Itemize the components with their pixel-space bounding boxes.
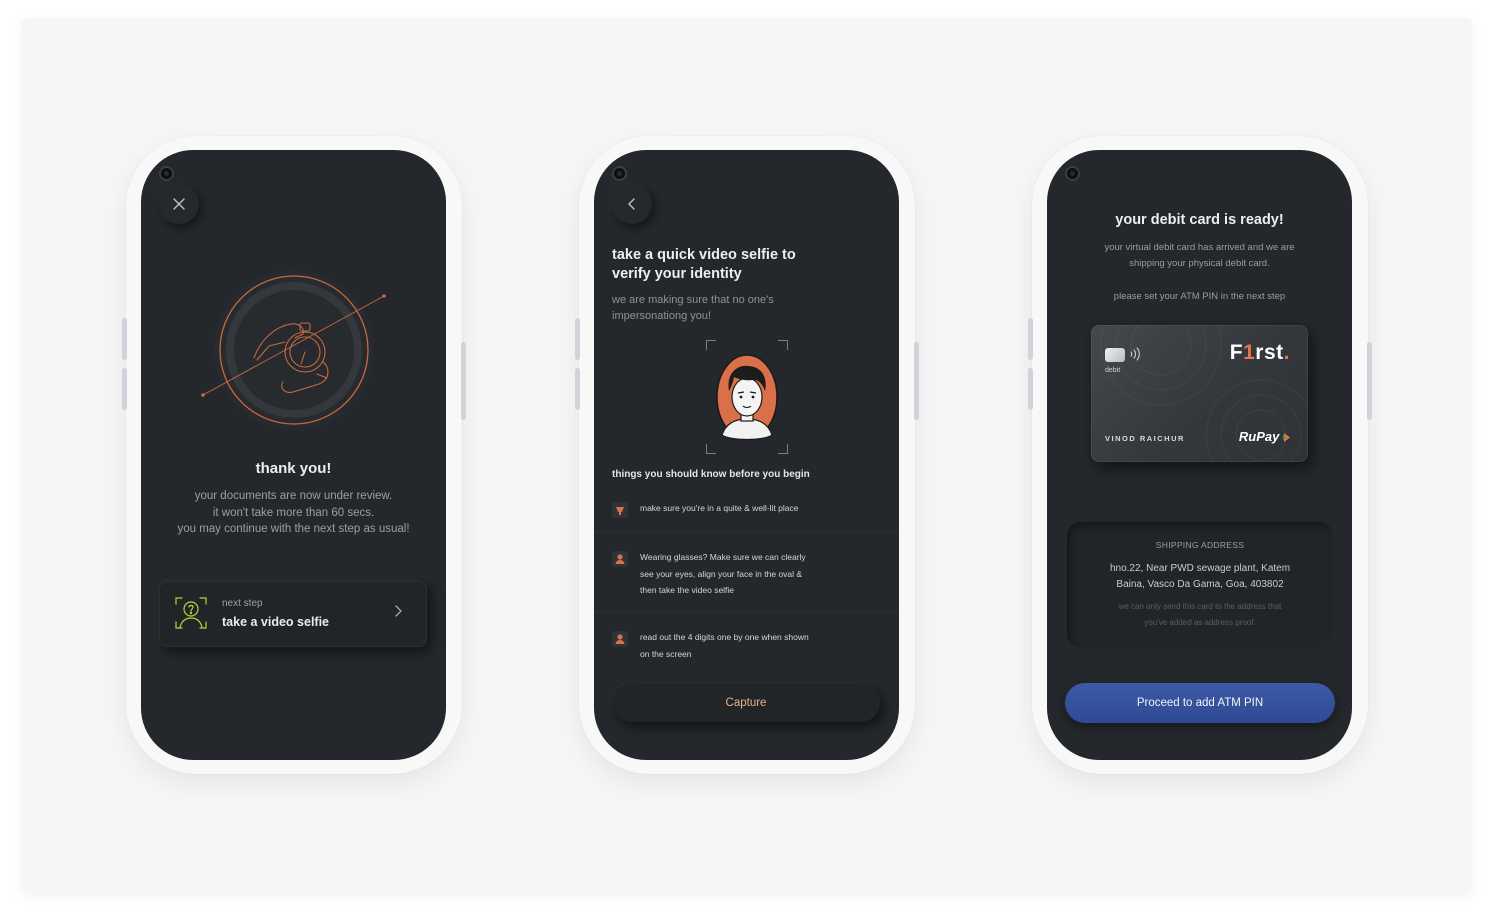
phone-power-button bbox=[1367, 342, 1372, 420]
address-line-2: Baina, Vasco Da Gama, Goa, 403802 bbox=[1116, 579, 1284, 590]
front-camera bbox=[612, 166, 627, 181]
phone-volume-up-button bbox=[122, 318, 127, 360]
card-chip-icon bbox=[1105, 348, 1125, 362]
shipping-address-box: SHIPPING ADDRESS hno.22, Near PWD sewage… bbox=[1067, 522, 1333, 648]
next-step-label: next step bbox=[222, 598, 263, 609]
chevron-right-icon bbox=[394, 604, 402, 620]
person-icon bbox=[612, 631, 628, 647]
debit-card[interactable]: debit F1rst. VINOD RAICHUR RuPay bbox=[1091, 325, 1308, 462]
phone-thank-you: thank you! your documents are now under … bbox=[122, 136, 466, 774]
face-capture-frame bbox=[706, 340, 788, 454]
review-line-1: your documents are now under review. bbox=[194, 490, 393, 502]
rupay-logo: RuPay bbox=[1239, 429, 1290, 444]
address-line-1: hno.22, Near PWD sewage plant, Katem bbox=[1109, 563, 1291, 574]
tip-line: on the screen bbox=[640, 648, 692, 659]
person-icon bbox=[612, 551, 628, 567]
review-line-3: you may continue with the next step as u… bbox=[177, 523, 410, 535]
front-camera bbox=[159, 166, 174, 181]
address-note-line-2: you've added as address proof. bbox=[1144, 618, 1256, 627]
tip-text: Wearing glasses? Make sure we can clearl… bbox=[640, 549, 850, 599]
screen-debit-card: your debit card is ready! your virtual d… bbox=[1047, 150, 1352, 760]
tips-heading: things you should know before you begin bbox=[612, 469, 810, 480]
phone-volume-up-button bbox=[1028, 318, 1033, 360]
capture-button[interactable]: Capture bbox=[612, 684, 880, 722]
phone-video-selfie: take a quick video selfie to verify your… bbox=[575, 136, 919, 774]
tip-text: read out the 4 digits one by one when sh… bbox=[640, 629, 850, 662]
phone-volume-down-button bbox=[122, 368, 127, 410]
selfie-subtitle-line-2: impersonationg you! bbox=[612, 310, 712, 322]
selfie-title: take a quick video selfie to verify your… bbox=[612, 246, 872, 284]
phone-power-button bbox=[461, 342, 466, 420]
shipping-address-heading: SHIPPING ADDRESS bbox=[1155, 540, 1245, 550]
divider bbox=[594, 531, 899, 532]
phone-volume-up-button bbox=[575, 318, 580, 360]
divider bbox=[594, 612, 899, 613]
next-step-title: take a video selfie bbox=[222, 615, 330, 629]
stopwatch-illustration bbox=[201, 270, 386, 430]
selfie-subtitle: we are making sure that no one's imperso… bbox=[612, 292, 852, 324]
screen-thank-you: thank you! your documents are now under … bbox=[141, 150, 446, 760]
contactless-icon bbox=[1129, 347, 1141, 366]
proceed-atm-pin-button[interactable]: Proceed to add ATM PIN bbox=[1065, 683, 1335, 723]
tip-line: then take the video selfie bbox=[640, 585, 735, 595]
phone-volume-down-button bbox=[575, 368, 580, 410]
card-desc-line-1: your virtual debit card has arrived and … bbox=[1104, 242, 1295, 253]
chevron-left-icon bbox=[628, 194, 636, 215]
close-icon bbox=[173, 194, 185, 215]
next-step-card[interactable]: next step take a video selfie bbox=[159, 581, 427, 647]
address-note-line-1: we can only send this card to the addres… bbox=[1118, 602, 1282, 611]
cardholder-name: VINOD RAICHUR bbox=[1105, 434, 1185, 443]
selfie-subtitle-line-1: we are making sure that no one's bbox=[612, 294, 774, 306]
lamp-icon bbox=[612, 502, 628, 518]
selfie-title-line-1: take a quick video selfie to bbox=[612, 247, 796, 263]
selfie-title-line-2: verify your identity bbox=[612, 266, 742, 282]
phone-power-button bbox=[914, 342, 919, 420]
screen-video-selfie: take a quick video selfie to verify your… bbox=[594, 150, 899, 760]
face-scan-icon bbox=[174, 595, 208, 636]
back-button[interactable] bbox=[612, 184, 652, 224]
review-line-2: it won't take more than 60 secs. bbox=[212, 507, 375, 519]
phone-volume-down-button bbox=[1028, 368, 1033, 410]
tip-text: make sure you're in a quite & well-lit p… bbox=[640, 500, 850, 517]
front-camera bbox=[1065, 166, 1080, 181]
atm-pin-note: please set your ATM PIN in the next step bbox=[1113, 291, 1286, 302]
bank-logo: F1rst. bbox=[1229, 341, 1290, 364]
card-ready-title: your debit card is ready! bbox=[1115, 212, 1284, 228]
card-type-label: debit bbox=[1105, 367, 1121, 374]
phone-debit-card: your debit card is ready! your virtual d… bbox=[1028, 136, 1372, 774]
face-avatar-icon bbox=[716, 354, 778, 441]
thank-you-title: thank you! bbox=[255, 460, 332, 477]
tip-line: read out the 4 digits one by one when sh… bbox=[640, 632, 809, 642]
tip-line: see your eyes, align your face in the ov… bbox=[640, 568, 803, 579]
card-desc-line-2: shipping your physical debit card. bbox=[1129, 258, 1270, 269]
tip-line: make sure you're in a quite & well-lit p… bbox=[640, 503, 799, 513]
close-button[interactable] bbox=[159, 184, 199, 224]
tip-line: Wearing glasses? Make sure we can clearl… bbox=[640, 552, 806, 562]
